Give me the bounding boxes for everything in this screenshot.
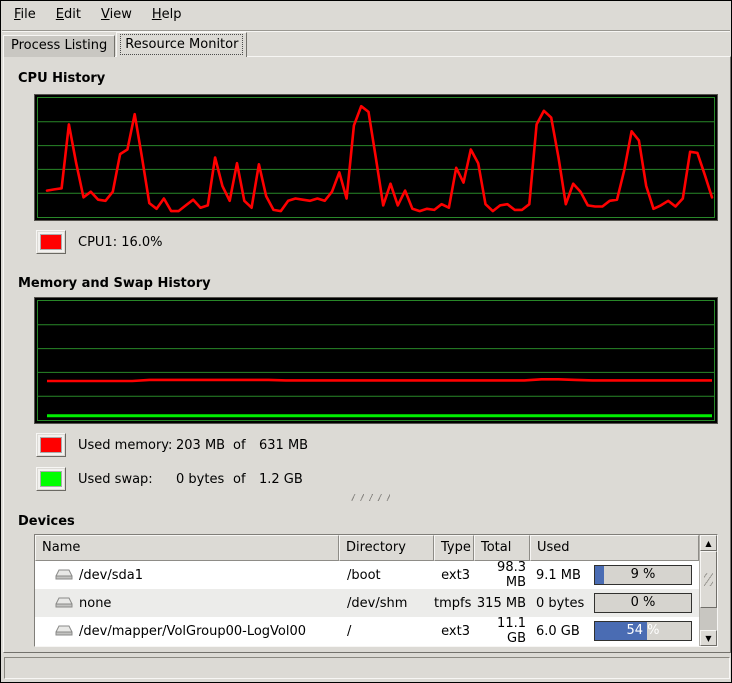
memory-of-text: of [233, 438, 259, 453]
pane-resize-grip[interactable] [350, 494, 390, 501]
column-header-total[interactable]: Total [474, 535, 530, 561]
memory-color-button[interactable] [36, 433, 66, 457]
cpu1-color-button[interactable] [36, 230, 66, 254]
swap-total-value: 1.2 GB [259, 472, 303, 487]
device-total: 11.1 GB [474, 616, 530, 646]
device-name: /dev/mapper/VolGroup00-LogVol00 [79, 624, 306, 639]
device-total: 315 MB [474, 596, 530, 611]
scroll-down-button[interactable]: ▼ [700, 630, 717, 646]
device-directory: /dev/shm [339, 596, 434, 611]
table-row[interactable]: /dev/mapper/VolGroup00-LogVol00 / ext3 1… [35, 617, 699, 645]
devices-title: Devices [18, 514, 75, 529]
hard-disk-icon [55, 569, 73, 582]
memory-color-swatch [40, 437, 62, 453]
notebook-tabs: Process Listing Resource Monitor [3, 32, 248, 57]
device-used: 6.0 GB [536, 624, 580, 639]
device-type: ext3 [434, 624, 474, 639]
swap-legend-row: Used swap:0 bytesof1.2 GB [36, 467, 303, 491]
memory-legend-text: Used memory:203 MBof631 MB [78, 438, 308, 453]
disk-usage-percent: 54 % [595, 622, 691, 640]
device-type: ext3 [434, 568, 474, 583]
cpu-history-plot-area [37, 97, 715, 218]
menu-edit[interactable]: Edit [46, 1, 91, 30]
swap-of-text: of [233, 472, 259, 487]
scroll-up-button[interactable]: ▲ [700, 535, 717, 551]
memory-swap-title: Memory and Swap History [18, 276, 211, 291]
tab-process-listing[interactable]: Process Listing [3, 35, 115, 57]
column-header-used[interactable]: Used [530, 535, 699, 561]
cpu-history-title: CPU History [18, 71, 105, 86]
cpu-history-svg [38, 98, 714, 217]
disk-usage-percent: 9 % [595, 566, 691, 584]
hard-disk-icon [55, 625, 73, 638]
resource-monitor-page: CPU History CPU1: 16.0% Memory and Swap … [3, 56, 731, 653]
menu-help[interactable]: Help [142, 1, 192, 30]
memory-used-value: 203 MB [176, 438, 233, 453]
swap-used-value: 0 bytes [176, 472, 233, 487]
cpu-history-graph [34, 94, 718, 221]
column-header-type[interactable]: Type [434, 535, 474, 561]
memory-legend-label: Used memory: [78, 438, 176, 453]
scrollbar-thumb[interactable] [700, 551, 717, 608]
arrow-up-icon: ▲ [705, 539, 711, 548]
disk-usage-percent: 0 % [595, 594, 691, 612]
column-header-directory[interactable]: Directory [339, 535, 434, 561]
system-monitor-window: File Edit View Help Process Listing Reso… [0, 0, 732, 683]
memory-total-value: 631 MB [259, 438, 308, 453]
disk-usage-progressbar: 0 % [594, 593, 692, 613]
scrollbar-trough[interactable] [700, 608, 717, 630]
vertical-scrollbar: ▲ ▼ [699, 535, 717, 646]
devices-table-header: Name Directory Type Total Used [35, 535, 699, 561]
device-name: /dev/sda1 [79, 568, 143, 583]
disk-usage-progressbar: 54 % [594, 621, 692, 641]
device-used: 0 bytes [536, 596, 584, 611]
cpu1-color-swatch [40, 234, 62, 250]
used-memory-line [47, 379, 712, 381]
menu-file[interactable]: File [4, 1, 46, 30]
cpu1-legend-label: CPU1: 16.0% [78, 235, 163, 250]
device-name: none [79, 596, 111, 611]
device-total: 98.3 MB [474, 560, 530, 590]
cpu-legend-row: CPU1: 16.0% [36, 230, 163, 254]
tab-resource-monitor-label: Resource Monitor [120, 34, 243, 55]
table-row[interactable]: /dev/sda1 /boot ext3 98.3 MB 9.1 MB 9 % [35, 561, 699, 589]
device-type: tmpfs [434, 596, 474, 611]
menu-view[interactable]: View [91, 1, 142, 30]
device-directory: /boot [339, 568, 434, 583]
menubar: File Edit View Help [2, 1, 730, 31]
swap-legend-text: Used swap:0 bytesof1.2 GB [78, 472, 303, 487]
scrollbar-grip-icon [704, 573, 713, 586]
memory-swap-graph [34, 297, 718, 424]
memory-legend-row: Used memory:203 MBof631 MB [36, 433, 308, 457]
memory-swap-svg [38, 301, 714, 420]
table-row[interactable]: none /dev/shm tmpfs 315 MB 0 bytes 0 % [35, 589, 699, 617]
memory-swap-plot-area [37, 300, 715, 421]
column-header-name[interactable]: Name [35, 535, 339, 561]
devices-scrolledwindow: Name Directory Type Total Used /dev/sda1… [34, 534, 718, 647]
tab-resource-monitor[interactable]: Resource Monitor [116, 32, 247, 57]
device-used: 9.1 MB [536, 568, 581, 583]
arrow-down-icon: ▼ [705, 634, 711, 643]
status-bar [4, 657, 730, 679]
disk-usage-progressbar: 9 % [594, 565, 692, 585]
device-directory: / [339, 624, 434, 639]
swap-color-button[interactable] [36, 467, 66, 491]
hard-disk-icon [55, 597, 73, 610]
devices-table: Name Directory Type Total Used /dev/sda1… [35, 535, 699, 646]
swap-color-swatch [40, 471, 62, 487]
swap-legend-label: Used swap: [78, 472, 176, 487]
